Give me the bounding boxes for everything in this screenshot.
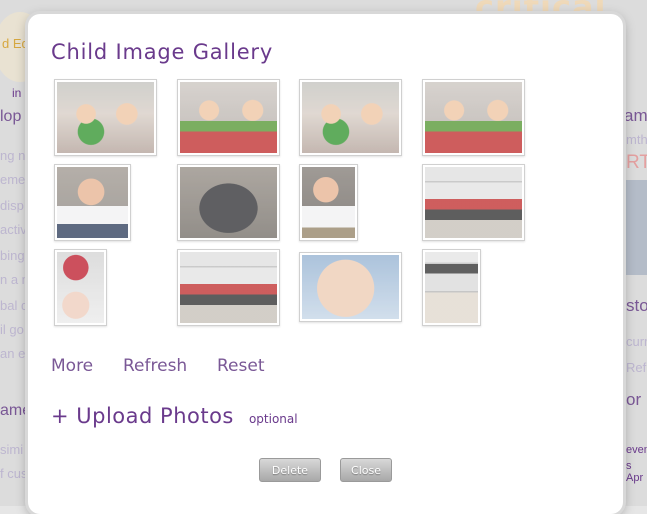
- background-fragment: simi: [0, 442, 24, 457]
- gallery-thumbnail[interactable]: [299, 252, 402, 322]
- gallery-thumbnail[interactable]: [422, 164, 525, 241]
- gallery-thumbnail[interactable]: [54, 249, 107, 326]
- reset-link[interactable]: Reset: [217, 356, 265, 376]
- gallery-thumbnail[interactable]: [177, 249, 280, 326]
- gallery-thumbnail[interactable]: [54, 79, 157, 156]
- background-fragment: il go: [0, 322, 24, 337]
- background-fragment: bing: [0, 248, 25, 263]
- close-button[interactable]: Close: [340, 458, 392, 482]
- thumbnail-image: [425, 82, 522, 153]
- thumbnail-image: [425, 252, 478, 323]
- image-gallery-modal: Child Image Gallery More Refresh Reset +…: [28, 14, 623, 514]
- gallery-thumbnail[interactable]: [422, 249, 481, 326]
- gallery-title: Child Image Gallery: [51, 40, 274, 64]
- background-fragment: evem: [626, 444, 647, 456]
- gallery-thumbnail[interactable]: [54, 164, 131, 241]
- background-fragment: disp: [0, 198, 24, 213]
- thumbnail-image: [57, 82, 154, 153]
- background-fragment: curr: [626, 334, 647, 349]
- gallery-thumbnail[interactable]: [177, 79, 280, 156]
- more-link[interactable]: More: [51, 356, 93, 376]
- background-fragment: mth: [626, 132, 647, 147]
- thumbnail-image: [57, 252, 104, 323]
- background-fragment: an e: [0, 346, 26, 361]
- upload-row: + Upload Photos optional: [51, 404, 298, 428]
- background-fragment: or: [626, 390, 642, 409]
- delete-button[interactable]: Delete: [259, 458, 321, 482]
- background-fragment: RT: [626, 152, 647, 173]
- background-fragment: sto: [626, 296, 647, 315]
- background-fragment: f cus: [0, 466, 28, 481]
- gallery-thumbnail[interactable]: [299, 79, 402, 156]
- thumbnail-image: [302, 82, 399, 153]
- upload-photos-link[interactable]: + Upload Photos: [51, 404, 234, 428]
- thumbnail-image: [180, 82, 277, 153]
- background-fragment: activ: [0, 222, 27, 237]
- background-fragment: Ref: [626, 360, 647, 375]
- thumbnail-image: [425, 167, 522, 238]
- gallery-thumbnail[interactable]: [299, 164, 358, 241]
- optional-label: optional: [248, 412, 298, 426]
- background-fragment: ame: [0, 402, 32, 419]
- thumbnail-image: [180, 167, 277, 238]
- thumbnail-image: [180, 252, 277, 323]
- thumbnail-image: [57, 167, 128, 238]
- background-logo-text: d Ed: [2, 36, 29, 51]
- background-fragment: lop: [0, 108, 22, 125]
- background-photo: [622, 180, 647, 275]
- thumbnail-image: [302, 255, 399, 319]
- background-fragment: s Apr: [626, 460, 644, 484]
- background-fragment: am: [624, 106, 647, 125]
- background-fragment: in: [12, 86, 22, 100]
- refresh-link[interactable]: Refresh: [123, 356, 187, 376]
- gallery-thumbnail[interactable]: [177, 164, 280, 241]
- gallery-thumbnail[interactable]: [422, 79, 525, 156]
- thumbnail-image: [302, 167, 355, 238]
